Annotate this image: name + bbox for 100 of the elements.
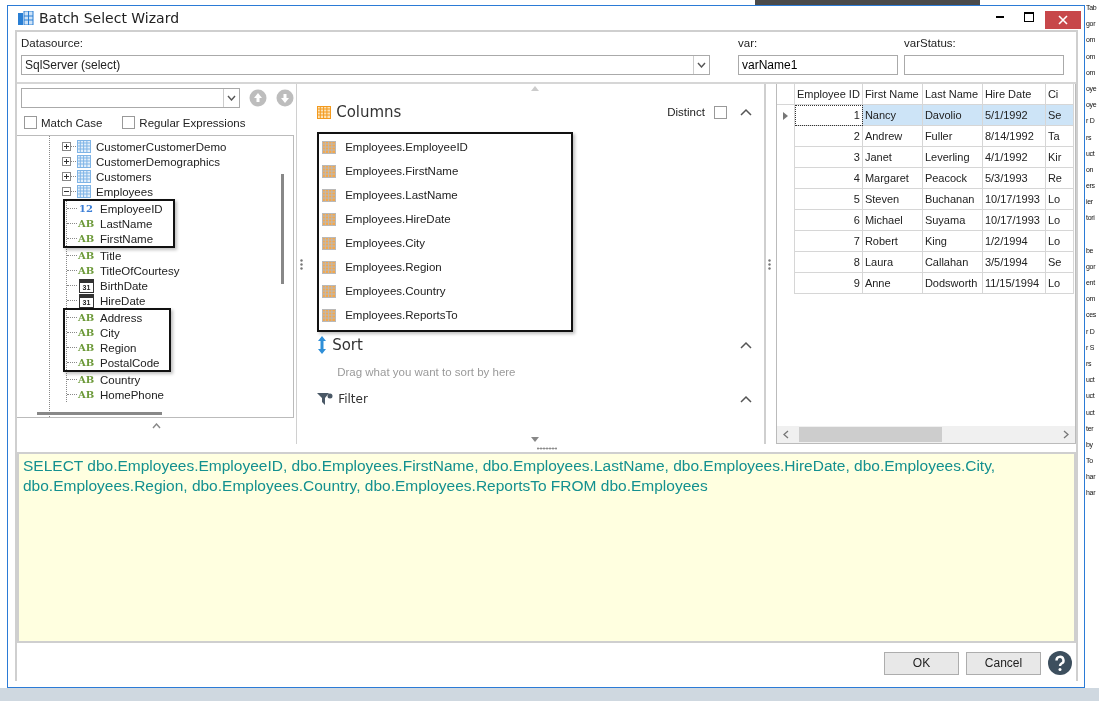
table-cell: 5/1/1992 (982, 105, 1046, 126)
dialog-button[interactable]: Cancel (966, 651, 1041, 675)
search-dropdown[interactable] (21, 88, 240, 108)
column-icon (322, 308, 337, 322)
text-type-icon: AB (77, 389, 95, 400)
column-icon (322, 164, 337, 178)
expander-icon[interactable] (62, 157, 71, 166)
tree-item[interactable]: CustomerDemographics (96, 155, 220, 168)
tree-item[interactable]: CustomerCustomerDemo (96, 140, 227, 153)
tree-item[interactable]: FirstName (100, 232, 154, 245)
tree-item[interactable]: EmployeeID (100, 202, 163, 215)
table-cell: Anne (862, 273, 923, 294)
section-title: Filter (338, 392, 368, 406)
scrollbar-thumb[interactable] (281, 174, 285, 284)
app-icon (18, 11, 34, 25)
scrollbar-thumb[interactable] (37, 412, 162, 415)
sql-editor[interactable] (17, 452, 1076, 643)
tree-item[interactable]: BirthDate (100, 279, 148, 292)
table-cell: Lo (1045, 231, 1074, 252)
table-cell: Andrew (862, 126, 923, 147)
field-label: var: (738, 36, 759, 50)
table-cell: Suyama (922, 210, 983, 231)
tree-item[interactable]: Country (100, 373, 141, 386)
table-cell: 8 (794, 252, 863, 273)
scroll-down-icon[interactable] (530, 437, 539, 442)
text-type-icon: AB (77, 374, 95, 385)
table-cell: Re (1045, 168, 1074, 189)
table-cell: Nancy (862, 105, 923, 126)
arrow-down-icon (276, 89, 294, 107)
expander-icon[interactable] (62, 187, 71, 196)
tree-item[interactable]: HomePhone (100, 388, 164, 401)
drop-hint: Drag what you want to sort by here (336, 366, 517, 378)
checkbox[interactable] (122, 116, 136, 129)
table-cell: 8/14/1992 (982, 126, 1046, 147)
column-item[interactable]: Employees.Country (345, 285, 446, 297)
table-cell: Buchanan (922, 189, 983, 210)
scroll-left-icon[interactable] (782, 430, 789, 439)
table-cell: Margaret (862, 168, 923, 189)
tree-item[interactable]: HireDate (100, 294, 146, 307)
datasource-dropdown[interactable]: SqlServer (select) (21, 55, 710, 75)
table-icon (77, 185, 91, 198)
column-item[interactable]: Employees.City (345, 237, 426, 249)
tree-item[interactable]: PostalCode (100, 356, 160, 369)
tree-item[interactable]: Address (100, 311, 143, 324)
table-cell: 9 (794, 273, 863, 294)
chevron-up-icon[interactable] (739, 108, 752, 116)
horizontal-scrollbar[interactable] (776, 426, 1075, 443)
grip-icon[interactable] (299, 258, 303, 270)
close-button[interactable] (1045, 11, 1081, 29)
collapse-icon[interactable] (152, 423, 162, 429)
checkbox-label: Match Case (41, 116, 103, 129)
checkbox[interactable] (713, 105, 727, 119)
table-cell: Se (1045, 105, 1074, 126)
section-title: Sort (332, 336, 363, 354)
column-item[interactable]: Employees.ReportsTo (345, 309, 458, 321)
column-item[interactable]: Employees.Region (345, 261, 442, 273)
table-cell: 2 (794, 126, 863, 147)
tree-item[interactable]: Employees (96, 185, 153, 198)
dialog-button[interactable]: OK (884, 651, 959, 675)
table-cell: Fuller (922, 126, 983, 147)
help-icon[interactable] (1048, 651, 1072, 675)
table-cell: 10/17/1993 (982, 210, 1046, 231)
column-item[interactable]: Employees.LastName (345, 189, 458, 201)
chevron-down-icon (227, 95, 236, 101)
expander-icon[interactable] (62, 142, 71, 151)
scroll-right-icon[interactable] (1063, 430, 1069, 439)
columns-icon (317, 105, 332, 119)
column-item[interactable]: Employees.EmployeeID (345, 141, 468, 153)
column-icon (322, 260, 337, 274)
chevron-up-icon[interactable] (739, 341, 752, 349)
sort-icon (317, 336, 328, 354)
column-item[interactable]: Employees.FirstName (345, 165, 459, 177)
chevron-down-icon (697, 62, 706, 68)
table-cell: Michael (862, 210, 923, 231)
chevron-up-icon[interactable] (739, 395, 752, 403)
table-cell: 1 (794, 105, 863, 126)
checkbox-label: Distinct (667, 106, 705, 118)
table-cell: 11/15/1994 (982, 273, 1046, 294)
text-type-icon: AB (77, 342, 95, 353)
table-cell: Davolio (922, 105, 983, 126)
table-cell: 6 (794, 210, 863, 231)
input-field[interactable] (904, 55, 1064, 75)
table-cell: King (922, 231, 983, 252)
table-cell: Se (1045, 252, 1074, 273)
field-label: Datasource: (21, 36, 84, 50)
section-title: Columns (336, 103, 402, 121)
grip-icon[interactable] (768, 258, 772, 270)
tree-item[interactable]: LastName (100, 217, 153, 230)
checkbox[interactable] (24, 116, 37, 129)
minimize-icon (995, 16, 1004, 18)
tree-item[interactable]: City (100, 326, 120, 339)
input-field[interactable]: varName1 (738, 55, 898, 75)
expander-icon[interactable] (62, 172, 71, 181)
tree-item[interactable]: TitleOfCourtesy (100, 264, 180, 277)
table-cell: 7 (794, 231, 863, 252)
tree-item[interactable]: Customers (96, 170, 152, 183)
tree-item[interactable]: Region (100, 341, 137, 354)
tree-item[interactable]: Title (100, 249, 122, 262)
table-cell: Lo (1045, 189, 1074, 210)
column-item[interactable]: Employees.HireDate (345, 213, 451, 225)
